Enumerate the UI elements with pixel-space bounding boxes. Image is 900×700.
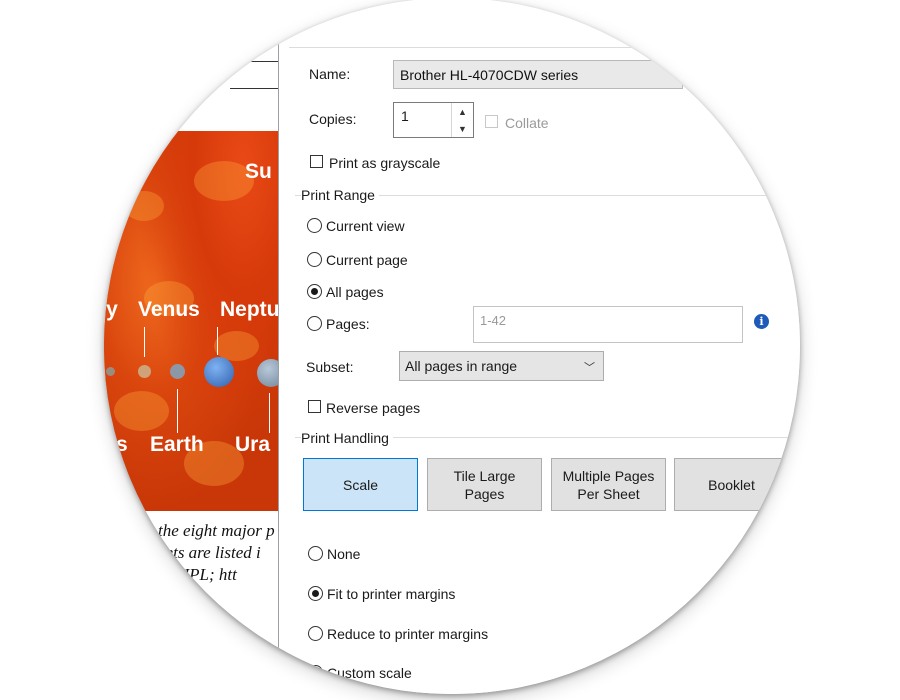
reduce-to-margins-radio[interactable]	[308, 626, 323, 641]
printer-group-border	[289, 47, 800, 48]
reduce-to-margins-label: Reduce to printer margins	[327, 626, 489, 642]
collate-label: Collate	[505, 115, 549, 131]
name-label: Name:	[309, 66, 351, 82]
chevron-down-icon[interactable]: ▼	[452, 120, 473, 137]
grayscale-label: Print as grayscale	[329, 155, 441, 171]
current-view-label: Current view	[326, 218, 405, 234]
caption-line: SA/JPL; htt	[158, 565, 237, 584]
planet-earth	[170, 364, 185, 379]
current-page-label: Current page	[326, 252, 408, 268]
caption-line: the eight major p	[158, 521, 275, 540]
current-view-radio[interactable]	[307, 218, 322, 233]
pages-label: Pages:	[326, 316, 370, 332]
tile-large-pages-label: Tile Large Pages	[453, 467, 516, 502]
print-range-heading: Print Range	[301, 187, 379, 203]
document-rule	[230, 61, 278, 62]
copies-value: 1	[401, 108, 409, 124]
caption-line: eets are listed i	[158, 543, 261, 562]
fit-to-margins-label: Fit to printer margins	[327, 586, 456, 602]
document-rule	[230, 88, 278, 89]
section-heading-fragment: ETS	[196, 620, 227, 636]
copies-stepper[interactable]: 1 ▲ ▼	[393, 102, 474, 138]
planet-label-mars: s	[116, 433, 128, 456]
multiple-pages-button[interactable]: Multiple Pages Per Sheet	[551, 458, 666, 511]
planet-label-venus: Venus	[138, 298, 200, 321]
planet-label-sun: Su	[245, 160, 272, 183]
chevron-down-icon: ﹀	[584, 362, 595, 374]
custom-scale-label: Custom scale	[327, 665, 412, 681]
printer-name-select[interactable]: Brother HL-4070CDW series	[393, 60, 683, 89]
all-pages-radio[interactable]	[307, 284, 322, 299]
magnifier-lens: Su ry Venus Neptu s Earth Ura the eight …	[104, 0, 800, 694]
planet-neptune	[204, 357, 234, 387]
sun-planets-image: Su ry Venus Neptu s Earth Ura	[104, 131, 278, 511]
scale-none-label: None	[327, 546, 361, 562]
planet-label-earth: Earth	[150, 433, 204, 456]
copies-label: Copies:	[309, 111, 357, 127]
pages-input[interactable]: 1-42	[473, 306, 743, 343]
custom-scale-radio[interactable]	[308, 665, 323, 680]
subset-value: All pages in range	[405, 358, 518, 374]
figure-caption: the eight major p eets are listed i SA/J…	[158, 520, 275, 586]
scale-button[interactable]: Scale	[303, 458, 418, 511]
planet-mercury	[106, 367, 115, 376]
print-dialog: Name: Brother HL-4070CDW series Copies: …	[278, 0, 800, 694]
planet-label-uranus: Ura	[235, 433, 271, 456]
chevron-up-icon[interactable]: ▲	[452, 103, 473, 120]
multiple-pages-label: Multiple Pages Per Sheet	[562, 467, 655, 502]
reverse-pages-label: Reverse pages	[326, 400, 421, 416]
planet-label-neptune: Neptu	[220, 298, 278, 321]
copies-arrows[interactable]: ▲ ▼	[451, 103, 473, 137]
tile-large-pages-button[interactable]: Tile Large Pages	[427, 458, 542, 511]
reverse-pages-checkbox[interactable]	[308, 400, 321, 413]
all-pages-label: All pages	[326, 284, 384, 300]
subset-dropdown[interactable]: All pages in range ﹀	[399, 351, 604, 381]
background-document: Su ry Venus Neptu s Earth Ura the eight …	[104, 0, 278, 694]
booklet-button[interactable]: Booklet	[674, 458, 789, 511]
scale-none-radio[interactable]	[308, 546, 323, 561]
fit-to-margins-radio[interactable]	[308, 586, 323, 601]
planet-label-mercury: ry	[104, 298, 118, 321]
print-handling-heading: Print Handling	[301, 430, 393, 446]
pages-radio[interactable]	[307, 316, 322, 331]
subset-label: Subset:	[306, 359, 354, 375]
collate-checkbox[interactable]	[485, 115, 498, 128]
grayscale-checkbox[interactable]	[310, 155, 323, 168]
current-page-radio[interactable]	[307, 252, 322, 267]
planet-venus	[138, 365, 151, 378]
planet-uranus	[257, 359, 278, 387]
info-icon[interactable]: i	[754, 314, 769, 329]
